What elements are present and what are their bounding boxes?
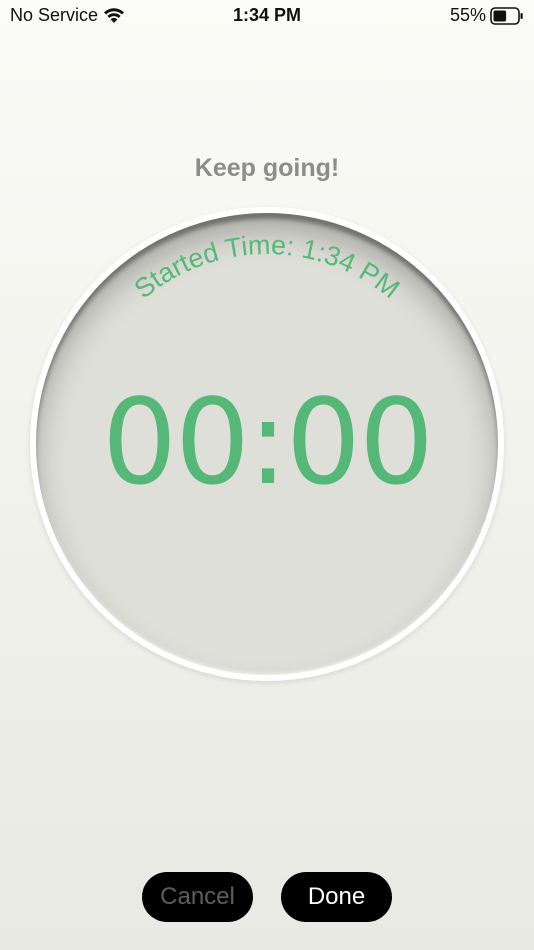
status-bar: No Service 1:34 PM 55%	[0, 0, 534, 32]
cancel-button[interactable]: Cancel	[142, 872, 253, 922]
timer-dial: Started Time: 1:34 PM 00:00	[30, 207, 504, 681]
done-button[interactable]: Done	[281, 872, 392, 922]
battery-percent: 55%	[449, 5, 486, 25]
svg-text:Started Time: 1:34 PM: Started Time: 1:34 PM	[129, 230, 406, 304]
timer-dial-face: Started Time: 1:34 PM 00:00	[36, 213, 498, 675]
battery-icon	[490, 6, 524, 26]
started-time-label: Started Time: 1:34 PM	[129, 230, 406, 304]
elapsed-time: 00:00	[101, 373, 434, 511]
battery-indicator: 55%	[450, 5, 524, 26]
keep-going-heading: Keep going!	[194, 154, 340, 182]
